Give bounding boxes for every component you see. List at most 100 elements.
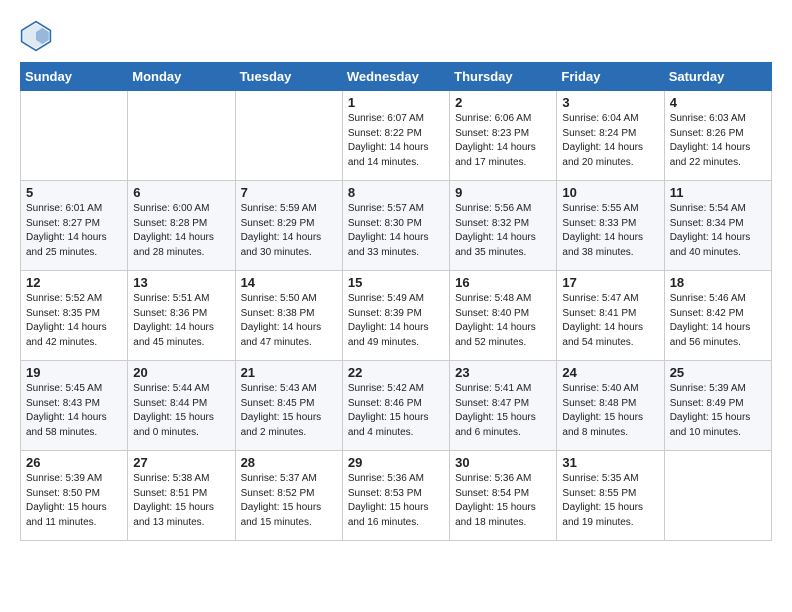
day-cell: 23 Sunrise: 5:41 AM Sunset: 8:47 PM Dayli…: [450, 361, 557, 451]
day-info: Sunrise: 5:37 AM Sunset: 8:52 PM Dayligh…: [241, 472, 337, 530]
day-number: 21: [241, 365, 337, 380]
header-cell-sunday: Sunday: [21, 63, 128, 91]
day-cell: 22 Sunrise: 5:42 AM Sunset: 8:46 PM Dayli…: [342, 361, 449, 451]
day-number: 1: [348, 95, 444, 110]
day-number: 11: [670, 185, 766, 200]
day-cell: 14Sunrise: 5:50 AM Sunset: 8:38 PM Dayli…: [235, 271, 342, 361]
calendar-table: SundayMondayTuesdayWednesdayThursdayFrid…: [20, 62, 772, 541]
day-number: 22: [348, 365, 444, 380]
week-row-3: 12 Sunrise: 5:52 AM Sunset: 8:35 PM Dayli…: [21, 271, 772, 361]
day-cell: 17 Sunrise: 5:47 AM Sunset: 8:41 PM Dayli…: [557, 271, 664, 361]
day-number: 13: [133, 275, 229, 290]
day-info: Sunrise: 5:50 AM Sunset: 8:38 PM Dayligh…: [241, 292, 337, 350]
day-number: 3: [562, 95, 658, 110]
day-number: 18: [670, 275, 766, 290]
day-cell: 8Sunrise: 5:57 AM Sunset: 8:30 PM Daylig…: [342, 181, 449, 271]
day-cell: 31 Sunrise: 5:35 AM Sunset: 8:55 PM Dayli…: [557, 451, 664, 541]
day-cell: 5 Sunrise: 6:01 AM Sunset: 8:27 PM Daylig…: [21, 181, 128, 271]
day-info: Sunrise: 5:51 AM Sunset: 8:36 PM Dayligh…: [133, 292, 229, 350]
day-number: 4: [670, 95, 766, 110]
day-cell: [128, 91, 235, 181]
header-cell-tuesday: Tuesday: [235, 63, 342, 91]
day-number: 19: [26, 365, 122, 380]
day-number: 31: [562, 455, 658, 470]
day-cell: 25 Sunrise: 5:39 AM Sunset: 8:49 PM Dayli…: [664, 361, 771, 451]
day-number: 29: [348, 455, 444, 470]
day-info: Sunrise: 5:54 AM Sunset: 8:34 PM Dayligh…: [670, 202, 766, 260]
day-info: Sunrise: 6:04 AM Sunset: 8:24 PM Dayligh…: [562, 112, 658, 170]
header-cell-friday: Friday: [557, 63, 664, 91]
day-cell: [664, 451, 771, 541]
day-cell: 7Sunrise: 5:59 AM Sunset: 8:29 PM Daylig…: [235, 181, 342, 271]
week-row-5: 26 Sunrise: 5:39 AM Sunset: 8:50 PM Dayli…: [21, 451, 772, 541]
day-info: Sunrise: 5:41 AM Sunset: 8:47 PM Dayligh…: [455, 382, 551, 440]
day-info: Sunrise: 5:44 AM Sunset: 8:44 PM Dayligh…: [133, 382, 229, 440]
header-cell-monday: Monday: [128, 63, 235, 91]
day-number: 6: [133, 185, 229, 200]
day-info: Sunrise: 5:57 AM Sunset: 8:30 PM Dayligh…: [348, 202, 444, 260]
day-cell: 27Sunrise: 5:38 AM Sunset: 8:51 PM Dayli…: [128, 451, 235, 541]
header-cell-wednesday: Wednesday: [342, 63, 449, 91]
week-row-2: 5 Sunrise: 6:01 AM Sunset: 8:27 PM Daylig…: [21, 181, 772, 271]
day-info: Sunrise: 5:45 AM Sunset: 8:43 PM Dayligh…: [26, 382, 122, 440]
day-number: 28: [241, 455, 337, 470]
day-info: Sunrise: 5:49 AM Sunset: 8:39 PM Dayligh…: [348, 292, 444, 350]
day-cell: 18 Sunrise: 5:46 AM Sunset: 8:42 PM Dayli…: [664, 271, 771, 361]
day-cell: [21, 91, 128, 181]
day-info: Sunrise: 5:56 AM Sunset: 8:32 PM Dayligh…: [455, 202, 551, 260]
day-number: 12: [26, 275, 122, 290]
day-info: Sunrise: 5:46 AM Sunset: 8:42 PM Dayligh…: [670, 292, 766, 350]
day-number: 10: [562, 185, 658, 200]
week-row-4: 19 Sunrise: 5:45 AM Sunset: 8:43 PM Dayli…: [21, 361, 772, 451]
day-info: Sunrise: 5:39 AM Sunset: 8:49 PM Dayligh…: [670, 382, 766, 440]
logo: [20, 20, 56, 52]
day-cell: [235, 91, 342, 181]
day-cell: 10Sunrise: 5:55 AM Sunset: 8:33 PM Dayli…: [557, 181, 664, 271]
page-header: [20, 20, 772, 52]
day-info: Sunrise: 5:52 AM Sunset: 8:35 PM Dayligh…: [26, 292, 122, 350]
day-cell: 28 Sunrise: 5:37 AM Sunset: 8:52 PM Dayli…: [235, 451, 342, 541]
header-cell-saturday: Saturday: [664, 63, 771, 91]
header-cell-thursday: Thursday: [450, 63, 557, 91]
day-info: Sunrise: 5:39 AM Sunset: 8:50 PM Dayligh…: [26, 472, 122, 530]
day-info: Sunrise: 5:43 AM Sunset: 8:45 PM Dayligh…: [241, 382, 337, 440]
header-row: SundayMondayTuesdayWednesdayThursdayFrid…: [21, 63, 772, 91]
day-number: 30: [455, 455, 551, 470]
day-info: Sunrise: 6:01 AM Sunset: 8:27 PM Dayligh…: [26, 202, 122, 260]
day-number: 17: [562, 275, 658, 290]
day-cell: 11 Sunrise: 5:54 AM Sunset: 8:34 PM Dayli…: [664, 181, 771, 271]
day-info: Sunrise: 5:35 AM Sunset: 8:55 PM Dayligh…: [562, 472, 658, 530]
day-cell: 4Sunrise: 6:03 AM Sunset: 8:26 PM Daylig…: [664, 91, 771, 181]
day-cell: 20Sunrise: 5:44 AM Sunset: 8:44 PM Dayli…: [128, 361, 235, 451]
day-number: 5: [26, 185, 122, 200]
day-info: Sunrise: 6:00 AM Sunset: 8:28 PM Dayligh…: [133, 202, 229, 260]
day-info: Sunrise: 5:48 AM Sunset: 8:40 PM Dayligh…: [455, 292, 551, 350]
day-info: Sunrise: 5:36 AM Sunset: 8:53 PM Dayligh…: [348, 472, 444, 530]
day-number: 24: [562, 365, 658, 380]
day-info: Sunrise: 5:59 AM Sunset: 8:29 PM Dayligh…: [241, 202, 337, 260]
day-number: 26: [26, 455, 122, 470]
day-number: 23: [455, 365, 551, 380]
day-cell: 29 Sunrise: 5:36 AM Sunset: 8:53 PM Dayli…: [342, 451, 449, 541]
calendar-body: 1 Sunrise: 6:07 AM Sunset: 8:22 PM Daylig…: [21, 91, 772, 541]
day-number: 25: [670, 365, 766, 380]
day-cell: 21 Sunrise: 5:43 AM Sunset: 8:45 PM Dayli…: [235, 361, 342, 451]
day-cell: 12 Sunrise: 5:52 AM Sunset: 8:35 PM Dayli…: [21, 271, 128, 361]
logo-icon: [20, 20, 52, 52]
day-number: 9: [455, 185, 551, 200]
day-cell: 15 Sunrise: 5:49 AM Sunset: 8:39 PM Dayli…: [342, 271, 449, 361]
day-info: Sunrise: 5:36 AM Sunset: 8:54 PM Dayligh…: [455, 472, 551, 530]
day-number: 16: [455, 275, 551, 290]
day-cell: 9 Sunrise: 5:56 AM Sunset: 8:32 PM Daylig…: [450, 181, 557, 271]
day-cell: 6 Sunrise: 6:00 AM Sunset: 8:28 PM Daylig…: [128, 181, 235, 271]
day-number: 15: [348, 275, 444, 290]
day-info: Sunrise: 6:07 AM Sunset: 8:22 PM Dayligh…: [348, 112, 444, 170]
day-info: Sunrise: 5:38 AM Sunset: 8:51 PM Dayligh…: [133, 472, 229, 530]
day-info: Sunrise: 5:47 AM Sunset: 8:41 PM Dayligh…: [562, 292, 658, 350]
day-cell: 30 Sunrise: 5:36 AM Sunset: 8:54 PM Dayli…: [450, 451, 557, 541]
day-cell: 1 Sunrise: 6:07 AM Sunset: 8:22 PM Daylig…: [342, 91, 449, 181]
day-cell: 3 Sunrise: 6:04 AM Sunset: 8:24 PM Daylig…: [557, 91, 664, 181]
day-info: Sunrise: 5:42 AM Sunset: 8:46 PM Dayligh…: [348, 382, 444, 440]
day-info: Sunrise: 5:40 AM Sunset: 8:48 PM Dayligh…: [562, 382, 658, 440]
day-cell: 13 Sunrise: 5:51 AM Sunset: 8:36 PM Dayli…: [128, 271, 235, 361]
